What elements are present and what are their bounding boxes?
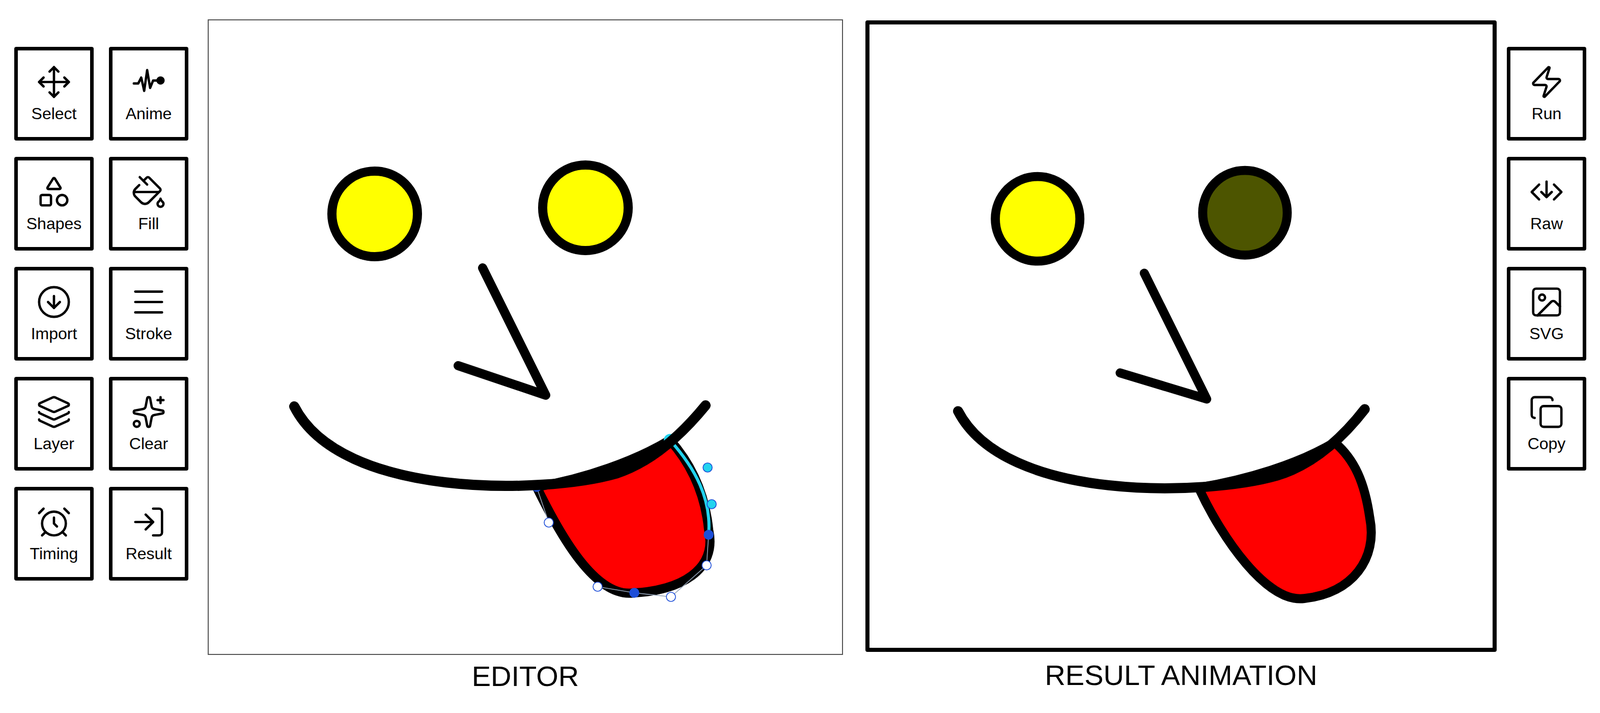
- tool-label: Layer: [33, 434, 75, 453]
- lines-icon: [130, 284, 167, 320]
- editor-label: EDITOR: [471, 658, 580, 693]
- tool-button[interactable]: Anime: [108, 46, 189, 141]
- tool-button[interactable]: Stroke: [108, 266, 189, 361]
- tool-button[interactable]: Clear: [108, 376, 189, 471]
- tool-button[interactable]: Raw: [1506, 156, 1587, 251]
- wave-icon: [130, 64, 167, 100]
- tool-button[interactable]: Timing: [14, 486, 94, 581]
- import-icon: [36, 284, 72, 320]
- editor-panel: EDITOR: [207, 19, 844, 693]
- tongue-shape: [531, 433, 717, 602]
- eye-shape: [542, 164, 629, 251]
- tool-label: Run: [1531, 104, 1562, 123]
- app: Select Anime Shapes Fill Import Stroke Layer Cl…: [0, 0, 1600, 713]
- raw-icon: [1528, 174, 1565, 210]
- tool-label: Shapes: [26, 214, 82, 233]
- face-drawing[interactable]: [208, 20, 842, 654]
- tool-button[interactable]: Select: [14, 46, 94, 141]
- selection-handles[interactable]: [531, 433, 717, 602]
- alarm-icon: [36, 503, 72, 540]
- result-label: RESULT ANIMATION: [1044, 657, 1317, 692]
- tool-label: Raw: [1530, 214, 1563, 233]
- bucket-icon: [130, 174, 167, 210]
- right-toolbar: Run Raw SVG Copy: [1506, 46, 1587, 471]
- tool-label: SVG: [1529, 324, 1564, 343]
- tool-button[interactable]: Layer: [14, 376, 94, 471]
- mouth-shape: [958, 408, 1365, 488]
- move-icon: [36, 64, 72, 100]
- result-canvas: [865, 20, 1497, 652]
- tool-label: Timing: [30, 544, 79, 563]
- nose-shape: [1119, 272, 1207, 399]
- tool-button[interactable]: Fill: [108, 156, 189, 251]
- result-panel: RESULT ANIMATION: [865, 20, 1497, 692]
- shapes-icon: [36, 174, 72, 210]
- tool-button[interactable]: Copy: [1506, 376, 1587, 471]
- tool-button[interactable]: Run: [1506, 46, 1587, 141]
- tool-button[interactable]: SVG: [1506, 266, 1587, 361]
- mouth-shape: [294, 405, 706, 486]
- tongue-shape: [1198, 442, 1372, 599]
- tool-button[interactable]: Import: [14, 266, 94, 361]
- tool-label: Clear: [129, 434, 168, 453]
- eye-shape: [995, 176, 1080, 262]
- face-drawing: [869, 24, 1493, 648]
- image-icon: [1528, 284, 1565, 320]
- editor-canvas[interactable]: [207, 19, 844, 655]
- eye-shape: [1202, 170, 1288, 256]
- tool-label: Anime: [125, 104, 173, 123]
- bolt-icon: [1528, 64, 1565, 100]
- tool-button[interactable]: Result: [108, 486, 189, 581]
- tool-label: Stroke: [125, 324, 173, 343]
- left-toolbar: Select Anime Shapes Fill Import Stroke Layer Cl…: [14, 46, 189, 581]
- tool-label: Result: [125, 544, 173, 563]
- tool-label: Fill: [138, 214, 160, 233]
- copy-icon: [1528, 394, 1565, 430]
- layers-icon: [36, 394, 72, 430]
- nose-shape: [458, 267, 546, 396]
- sparkles-icon: [130, 394, 167, 430]
- enter-icon: [130, 503, 167, 540]
- tool-label: Copy: [1527, 434, 1566, 453]
- tool-button[interactable]: Shapes: [14, 156, 94, 251]
- tool-label: Import: [31, 324, 78, 343]
- eye-shape: [331, 171, 418, 257]
- tool-label: Select: [31, 104, 77, 123]
